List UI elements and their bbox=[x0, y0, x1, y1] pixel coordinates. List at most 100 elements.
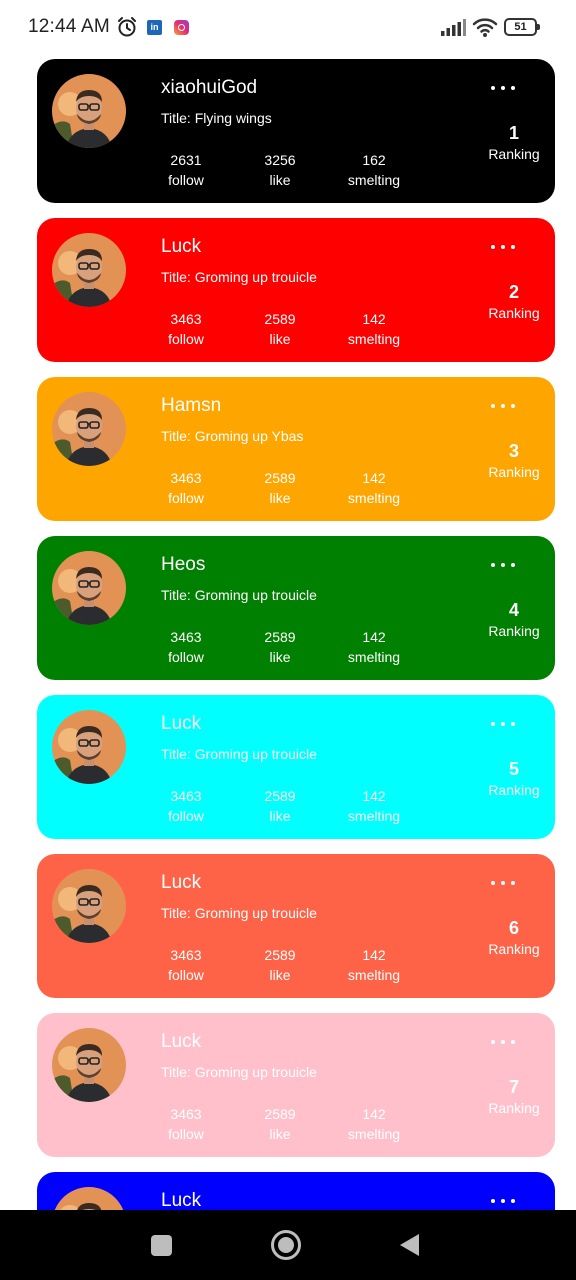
smelting-stat: 142 smelting bbox=[334, 468, 414, 508]
follow-count: 3463 bbox=[170, 470, 202, 486]
ranking-number: 1 bbox=[508, 123, 519, 143]
more-options-icon[interactable] bbox=[489, 1039, 517, 1047]
back-icon[interactable] bbox=[400, 1234, 419, 1256]
user-title: Title: Groming up trouicle bbox=[161, 746, 317, 762]
more-options-icon[interactable] bbox=[489, 721, 517, 729]
wifi-icon bbox=[472, 16, 498, 43]
smelting-count: 142 bbox=[362, 470, 386, 486]
status-time: 12:44 AM bbox=[28, 16, 110, 37]
ranking-card[interactable]: Hamsn Title: Groming up Ybas 3463 follow… bbox=[37, 377, 555, 521]
smelting-stat: 142 smelting bbox=[334, 309, 414, 349]
more-options-icon[interactable] bbox=[489, 880, 517, 888]
alarm-icon bbox=[116, 16, 138, 43]
avatar[interactable] bbox=[52, 551, 126, 625]
more-options-icon[interactable] bbox=[489, 403, 517, 411]
ranking-card[interactable]: Heos Title: Groming up trouicle 3463 fol… bbox=[37, 536, 555, 680]
ranking-card[interactable]: Luck Title: Groming up trouicle 3463 fol… bbox=[37, 218, 555, 362]
instagram-icon bbox=[174, 20, 189, 35]
smelting-label: smelting bbox=[347, 172, 401, 188]
avatar[interactable] bbox=[52, 233, 126, 307]
user-title: Title: Flying wings bbox=[161, 110, 272, 126]
follow-stat: 3463 follow bbox=[146, 309, 226, 349]
smelting-count: 142 bbox=[362, 947, 386, 963]
user-name: xiaohuiGod bbox=[161, 77, 258, 98]
ranking-label: Ranking bbox=[488, 1100, 540, 1116]
smelting-count: 142 bbox=[362, 788, 386, 804]
follow-stat: 3463 follow bbox=[146, 786, 226, 826]
follow-label: follow bbox=[168, 490, 204, 506]
ranking-card[interactable]: Luck Title: Groming up trouicle 3463 fol… bbox=[37, 854, 555, 998]
ranking-card[interactable]: Luck Title: Groming up trouicle 3463 fol… bbox=[37, 1172, 555, 1210]
user-name: Luck bbox=[161, 713, 202, 734]
ranking-badge: 6 Ranking bbox=[477, 917, 551, 959]
smelting-stat: 142 smelting bbox=[334, 627, 414, 667]
like-count: 2589 bbox=[264, 788, 296, 804]
ranking-card[interactable]: Luck Title: Groming up trouicle 3463 fol… bbox=[37, 695, 555, 839]
like-count: 3256 bbox=[264, 152, 296, 168]
smelting-stat: 142 smelting bbox=[334, 1104, 414, 1144]
follow-stat: 2631 follow bbox=[146, 150, 226, 190]
ranking-badge: 5 Ranking bbox=[477, 758, 551, 800]
follow-count: 3463 bbox=[170, 629, 202, 645]
follow-stat: 3463 follow bbox=[146, 1104, 226, 1144]
more-options-icon[interactable] bbox=[489, 562, 517, 570]
linkedin-icon: in bbox=[147, 20, 162, 35]
status-bar: 12:44 AM in 51 bbox=[0, 0, 576, 56]
ranking-badge: 7 Ranking bbox=[477, 1076, 551, 1118]
smelting-label: smelting bbox=[347, 331, 401, 347]
avatar[interactable] bbox=[52, 392, 126, 466]
avatar[interactable] bbox=[52, 1187, 126, 1210]
follow-label: follow bbox=[168, 172, 204, 188]
smelting-stat: 142 smelting bbox=[334, 786, 414, 826]
smelting-label: smelting bbox=[347, 1126, 401, 1142]
smelting-label: smelting bbox=[347, 967, 401, 983]
ranking-card[interactable]: xiaohuiGod Title: Flying wings 2631 foll… bbox=[37, 59, 555, 203]
smelting-label: smelting bbox=[347, 649, 401, 665]
like-stat: 2589 like bbox=[240, 786, 320, 826]
like-stat: 3256 like bbox=[240, 150, 320, 190]
ranking-label: Ranking bbox=[488, 305, 540, 321]
smelting-count: 142 bbox=[362, 311, 386, 327]
user-title: Title: Groming up Ybas bbox=[161, 428, 304, 444]
recents-icon[interactable] bbox=[151, 1235, 172, 1256]
home-icon[interactable] bbox=[271, 1230, 301, 1260]
follow-label: follow bbox=[168, 1126, 204, 1142]
ranking-badge: 4 Ranking bbox=[477, 599, 551, 641]
user-name: Luck bbox=[161, 872, 202, 893]
like-label: like bbox=[269, 808, 291, 824]
more-options-icon[interactable] bbox=[489, 85, 517, 93]
like-count: 2589 bbox=[264, 629, 296, 645]
user-name: Luck bbox=[161, 1031, 202, 1052]
ranking-label: Ranking bbox=[488, 146, 540, 162]
follow-label: follow bbox=[168, 808, 204, 824]
avatar[interactable] bbox=[52, 1028, 126, 1102]
avatar[interactable] bbox=[52, 710, 126, 784]
user-title: Title: Groming up trouicle bbox=[161, 269, 317, 285]
avatar[interactable] bbox=[52, 869, 126, 943]
smelting-stat: 142 smelting bbox=[334, 945, 414, 985]
like-label: like bbox=[269, 490, 291, 506]
more-options-icon[interactable] bbox=[489, 244, 517, 252]
ranking-badge: 3 Ranking bbox=[477, 440, 551, 482]
ranking-number: 3 bbox=[508, 441, 519, 461]
follow-count: 3463 bbox=[170, 788, 202, 804]
more-options-icon[interactable] bbox=[489, 1198, 517, 1206]
ranking-label: Ranking bbox=[488, 464, 540, 480]
ranking-number: 2 bbox=[508, 282, 519, 302]
like-label: like bbox=[269, 967, 291, 983]
ranking-number: 7 bbox=[508, 1077, 519, 1097]
ranking-number: 5 bbox=[508, 759, 519, 779]
like-label: like bbox=[269, 331, 291, 347]
smelting-count: 162 bbox=[362, 152, 386, 168]
battery-icon: 51 bbox=[504, 18, 540, 36]
smelting-label: smelting bbox=[347, 808, 401, 824]
follow-stat: 3463 follow bbox=[146, 627, 226, 667]
ranking-list[interactable]: xiaohuiGod Title: Flying wings 2631 foll… bbox=[0, 56, 576, 1210]
follow-count: 2631 bbox=[170, 152, 202, 168]
follow-stat: 3463 follow bbox=[146, 468, 226, 508]
user-name: Luck bbox=[161, 236, 202, 257]
avatar[interactable] bbox=[52, 74, 126, 148]
like-count: 2589 bbox=[264, 947, 296, 963]
ranking-card[interactable]: Luck Title: Groming up trouicle 3463 fol… bbox=[37, 1013, 555, 1157]
like-label: like bbox=[269, 172, 291, 188]
